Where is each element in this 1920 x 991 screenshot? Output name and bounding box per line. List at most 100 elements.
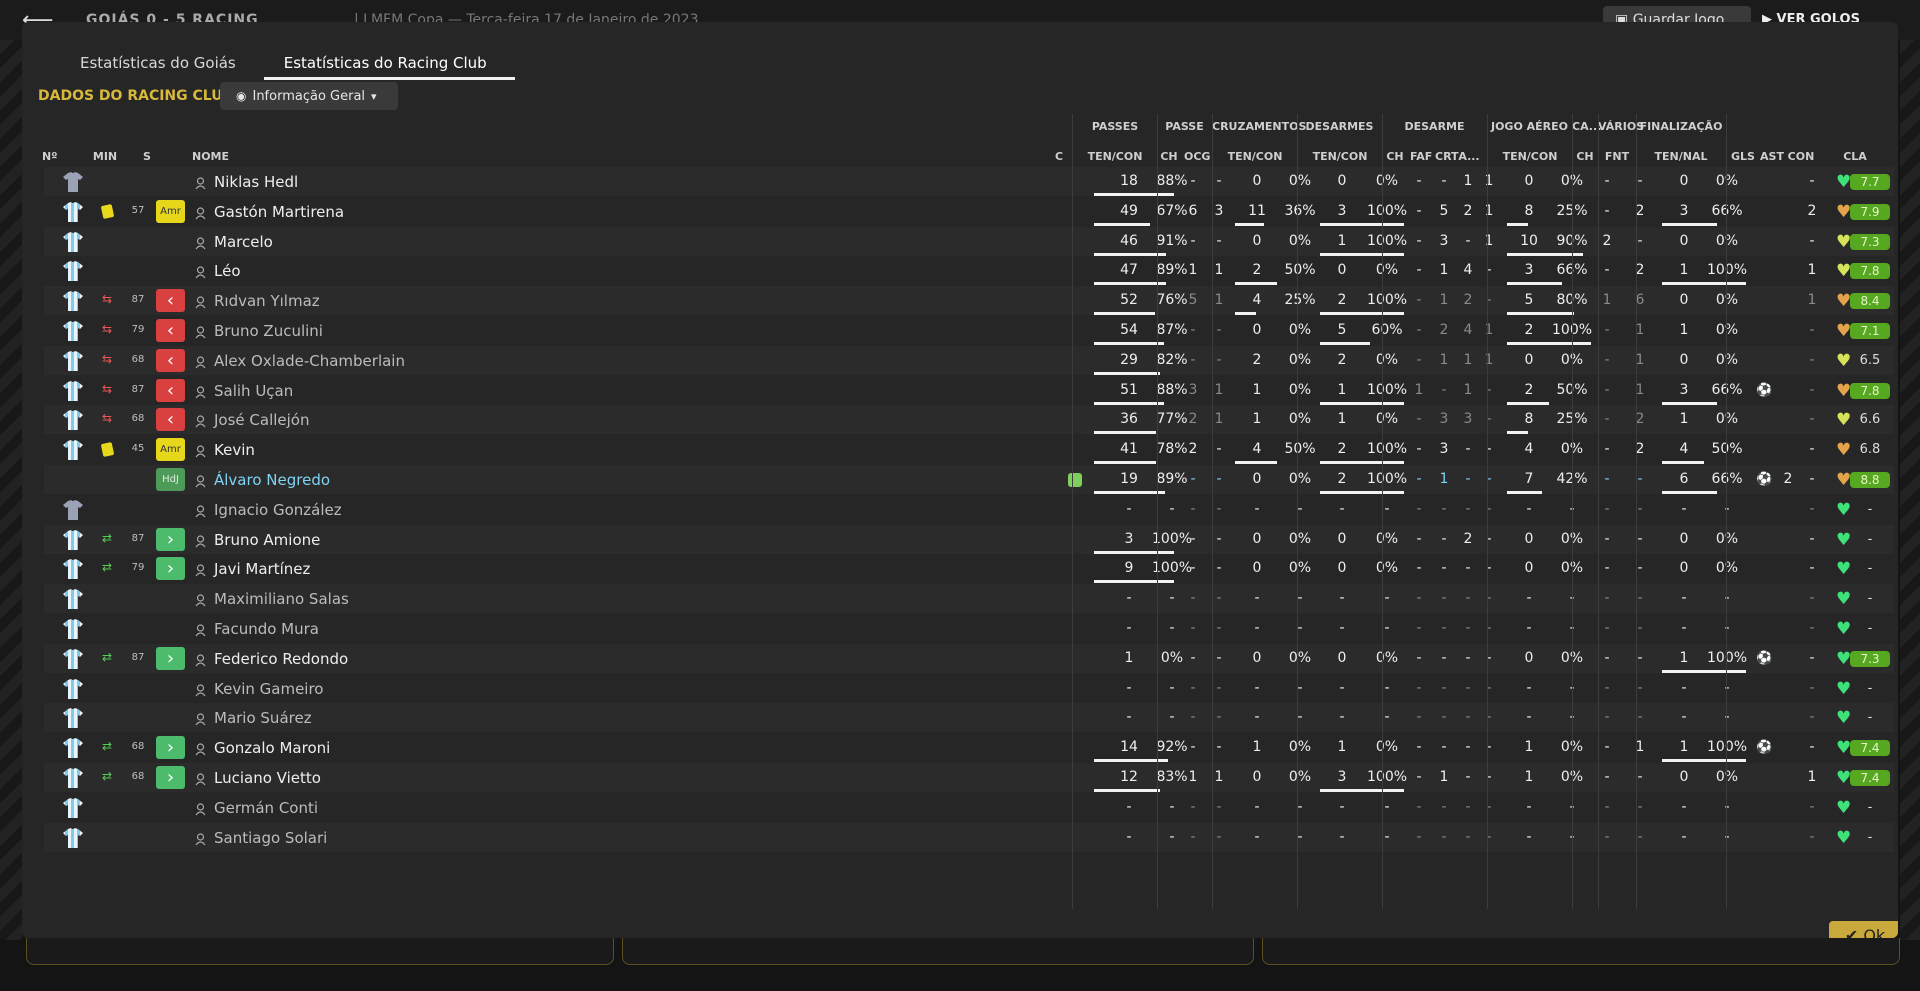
stat-ca: - bbox=[1254, 798, 1260, 815]
player-name[interactable]: Alex Oxlade-Chamberlain bbox=[214, 352, 405, 370]
sub-in-arrow-icon: › bbox=[156, 736, 185, 760]
player-name[interactable]: Maximiliano Salas bbox=[214, 590, 349, 608]
sub-in-arrow-icon: › bbox=[156, 527, 185, 551]
table-row[interactable]: Niklas Hedl 18 88% - -0 0% 0 0% - -1 1 0 0% - -0 0% - ♥ 7.… bbox=[44, 167, 1894, 196]
stat-sp: - bbox=[1724, 679, 1730, 696]
player-name[interactable]: Rıdvan Yılmaz bbox=[214, 292, 320, 310]
stat-cp: 0% bbox=[1288, 232, 1312, 249]
table-row[interactable]: Ignacio González-------------------♥- bbox=[44, 495, 1894, 524]
player-name[interactable]: Niklas Hedl bbox=[214, 173, 298, 191]
table-row[interactable]: ⇄ 87 › Bruno Amione 3 100% - -0 0% 0 0% - -2-0 0% - -0 0… bbox=[44, 524, 1894, 554]
player-name[interactable]: José Callejón bbox=[214, 411, 310, 429]
stat-cp: 0% bbox=[1288, 173, 1312, 189]
table-row[interactable]: HdJ Álvaro Negredo 19 89% - -0 0% 2 100% -1- -7 42%… bbox=[44, 465, 1894, 494]
player-name[interactable]: Mario Suárez bbox=[214, 709, 312, 727]
player-name[interactable]: Facundo Mura bbox=[214, 620, 319, 638]
shirt-icon bbox=[62, 737, 84, 759]
stat-fnt: - bbox=[1637, 709, 1643, 726]
condition-heart-icon: ♥ bbox=[1836, 768, 1852, 788]
player-name[interactable]: Kevin bbox=[214, 441, 255, 459]
table-row[interactable]: ⇄ 68 › Gonzalo Maroni 14 92% - -1 0% 1 0% - - - -1 0% -1… bbox=[44, 733, 1894, 763]
player-name[interactable]: Álvaro Negredo bbox=[214, 471, 330, 489]
person-icon bbox=[195, 205, 206, 220]
table-row[interactable]: Léo 47 89% 1 1 2 50% 0 0% -1 4-3 66% -2 1 100% 1 ♥ 7.8 bbox=[44, 256, 1894, 286]
player-name[interactable]: Salih Uçan bbox=[214, 382, 293, 400]
table-row[interactable]: Germán Conti-------------------♥- bbox=[44, 793, 1894, 822]
stat-cp: 0% bbox=[1288, 411, 1312, 428]
table-row[interactable]: ⇆ 87 ‹ Rıdvan Yılmaz 52 76% 5 1 4 25% 2 100% -1 2-5 80… bbox=[44, 286, 1894, 316]
progress-bar-s bbox=[1662, 669, 1746, 673]
group-header: DESARMES bbox=[1305, 120, 1374, 133]
team-tabs: Estatísticas do Goiás Estatísticas do Ra… bbox=[56, 47, 515, 80]
stat-ca: 2 bbox=[1252, 262, 1262, 279]
player-name[interactable]: Germán Conti bbox=[214, 799, 318, 817]
table-row[interactable]: Marcelo 46 91% - -0 0% 1 100% -3-1 10 90% 2-0 0% - ♥ 7.… bbox=[44, 226, 1894, 256]
table-row[interactable]: ⇆ 87 ‹ Salih Uçan 51 88% 3 1 1 0% 1 100% 1-1-2 50% -1 3… bbox=[44, 376, 1894, 405]
ok-button[interactable]: ✔ Ok bbox=[1829, 921, 1898, 938]
column-divider bbox=[1212, 114, 1213, 909]
table-row[interactable]: Santiago Solari-------------------♥- bbox=[44, 822, 1894, 852]
player-name[interactable]: Gastón Martirena bbox=[214, 203, 344, 221]
player-name[interactable]: Ignacio González bbox=[214, 501, 342, 519]
tab-racing-stats[interactable]: Estatísticas do Racing Club bbox=[260, 47, 515, 80]
stat-da: - bbox=[1486, 739, 1492, 756]
stat-da: - bbox=[1486, 500, 1492, 517]
player-rating: - bbox=[1867, 561, 1873, 577]
progress-bar-p bbox=[1094, 193, 1174, 196]
table-row[interactable]: Facundo Mura-------------------♥- bbox=[44, 614, 1894, 643]
shirt-icon bbox=[62, 320, 84, 342]
player-name[interactable]: Léo bbox=[214, 262, 241, 280]
column-header-da: A... bbox=[1458, 150, 1480, 163]
progress-bar-t bbox=[1320, 222, 1404, 226]
view-dropdown[interactable]: ◉ Informação Geral ▾ bbox=[220, 82, 398, 110]
player-rating: 7.3 bbox=[1850, 233, 1890, 250]
player-name[interactable]: Luciano Vietto bbox=[214, 769, 321, 787]
stat-cp: 50% bbox=[1284, 262, 1316, 279]
table-row[interactable]: Kevin Gameiro-------------------♥- bbox=[44, 674, 1894, 703]
table-row[interactable]: ⇄ 68 › Luciano Vietto 12 83% 1 1 0 0% 3 100% -1- -1 0%… bbox=[44, 763, 1894, 792]
progress-bar-a bbox=[1507, 222, 1528, 226]
person-icon bbox=[195, 294, 206, 309]
table-row[interactable]: 45 Amr Kevin 41 78% 2-4 50% 2 100% -3- -4 0% -2 4 50% -… bbox=[44, 435, 1894, 465]
table-row[interactable]: ⇆79‹Bruno Zuculini5487%--00%560%-2412100… bbox=[44, 316, 1894, 345]
stat-fnt: 2 bbox=[1635, 202, 1645, 219]
shirt-icon bbox=[62, 797, 84, 819]
stat-sp: - bbox=[1724, 798, 1730, 815]
stat-da: 1 bbox=[1484, 173, 1494, 189]
table-row[interactable]: Maximiliano Salas-------------------♥- bbox=[44, 584, 1894, 614]
progress-bar-p bbox=[1094, 342, 1164, 345]
group-header: JOGO AÉREO bbox=[1490, 120, 1569, 133]
person-icon bbox=[195, 771, 206, 786]
player-name[interactable]: Santiago Solari bbox=[214, 829, 327, 847]
tab-goias-stats[interactable]: Estatísticas do Goiás bbox=[56, 47, 260, 80]
player-name[interactable]: Federico Redondo bbox=[214, 650, 348, 668]
stat-aa: - bbox=[1526, 798, 1532, 815]
player-name[interactable]: Bruno Amione bbox=[214, 531, 320, 549]
stat-aa: 2 bbox=[1524, 322, 1534, 338]
table-row[interactable]: Mario Suárez-------------------♥- bbox=[44, 703, 1894, 733]
stat-sp: 100% bbox=[1707, 262, 1748, 279]
table-row[interactable]: ⇄ 79 › Javi Martínez 9 100% - -0 0% 0 0% - - - -0 0% - -0… bbox=[44, 554, 1894, 584]
player-name[interactable]: Gonzalo Maroni bbox=[214, 739, 330, 757]
stat-ca: 4 bbox=[1252, 292, 1262, 309]
table-row[interactable]: 57 Amr Gastón Martirena 49 67% 6 3 11 36% 3 100% -5… bbox=[44, 197, 1894, 226]
table-row[interactable]: ⇄ 87 › Federico Redondo 1 0% - -0 0% 0 0% - - - -0 0% - -… bbox=[44, 643, 1894, 673]
stat-pocg: - bbox=[1216, 679, 1222, 696]
goal-ball-icon: ⚽ bbox=[1756, 382, 1773, 398]
stat-aa: 10 bbox=[1520, 232, 1538, 249]
substitution-in-icon: ⇄ bbox=[102, 769, 113, 783]
player-name[interactable]: Kevin Gameiro bbox=[214, 680, 323, 698]
table-row[interactable]: ⇆ 68 ‹ José Callejón 36 77% 2 1 1 0% 1 0% -3 3-8 25% -2… bbox=[44, 405, 1894, 435]
table-row[interactable]: ⇆ 68 ‹ Alex Oxlade-Chamberlain 29 82% - -2 0% 2 0%… bbox=[44, 345, 1894, 375]
substitution-out-icon: ⇆ bbox=[102, 292, 113, 307]
player-name[interactable]: Marcelo bbox=[214, 233, 273, 251]
minute: 57 bbox=[131, 204, 145, 216]
stat-ca: 0 bbox=[1252, 649, 1262, 666]
player-name[interactable]: Bruno Zuculini bbox=[214, 322, 323, 340]
stat-ca: 0 bbox=[1252, 530, 1262, 547]
player-name[interactable]: Javi Martínez bbox=[214, 560, 310, 578]
stat-ca: 0 bbox=[1252, 173, 1262, 189]
group-header: PASSE bbox=[1165, 120, 1204, 133]
stat-sa: - bbox=[1681, 500, 1687, 517]
stat-ast: - bbox=[1809, 590, 1815, 607]
